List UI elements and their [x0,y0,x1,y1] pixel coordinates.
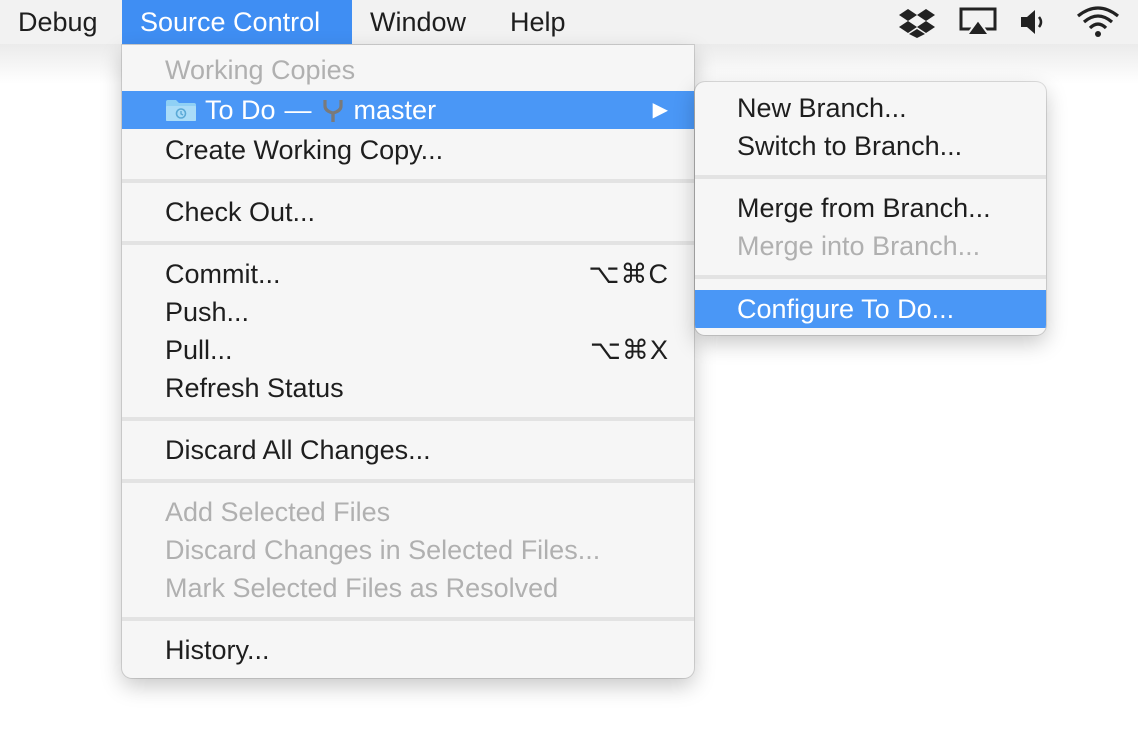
create-working-copy-item[interactable]: Create Working Copy... [122,131,694,169]
dropbox-icon[interactable] [898,6,936,38]
submenu-separator [695,175,1046,179]
branch-icon [322,100,343,122]
menu-help[interactable]: Help [492,0,584,44]
merge-into-branch-item: Merge into Branch... [737,231,981,261]
menu-separator [122,417,694,421]
working-copy-todo-item[interactable]: To Do — master ▶ [122,91,694,129]
folder-icon [166,100,196,121]
submenu-arrow-icon: ▶ [652,99,668,121]
submenu-separator [695,275,1046,279]
separator-dash: — [284,95,312,125]
menu-separator [122,179,694,183]
menu-debug[interactable]: Debug [0,0,116,44]
configure-todo-item[interactable]: Configure To Do... [695,290,1046,328]
check-out-item[interactable]: Check Out... [122,193,694,231]
mark-resolved-item: Mark Selected Files as Resolved [165,573,559,603]
source-control-menu: Working Copies To Do — master ▶ Create W… [122,45,694,678]
history-item[interactable]: History... [122,631,694,669]
menu-window[interactable]: Window [352,0,484,44]
discard-all-changes-item[interactable]: Discard All Changes... [122,431,694,469]
branch-submenu: New Branch... Switch to Branch... Merge … [695,82,1046,335]
commit-shortcut: ⌥⌘C [588,259,669,289]
new-branch-item[interactable]: New Branch... [695,89,1046,127]
project-name: To Do [205,95,276,125]
pull-item[interactable]: Pull... ⌥⌘X [122,331,694,369]
merge-from-branch-item[interactable]: Merge from Branch... [695,189,1046,227]
menu-source-control[interactable]: Source Control [122,0,352,44]
refresh-status-item[interactable]: Refresh Status [122,369,694,407]
volume-icon[interactable] [1018,6,1048,38]
add-selected-files-item: Add Selected Files [165,497,391,527]
discard-selected-changes-item: Discard Changes in Selected Files... [165,535,601,565]
airplay-icon[interactable] [958,6,998,38]
branch-name: master [353,95,437,125]
menu-separator [122,241,694,245]
menu-separator [122,617,694,621]
push-item[interactable]: Push... [122,293,694,331]
menu-bar: Debug Source Control Window Help [0,0,1138,45]
switch-branch-item[interactable]: Switch to Branch... [695,127,1046,165]
commit-item[interactable]: Commit... ⌥⌘C [122,255,694,293]
pull-shortcut: ⌥⌘X [589,335,669,365]
wifi-icon[interactable] [1076,6,1120,38]
working-copies-header: Working Copies [165,55,356,85]
menu-separator [122,479,694,483]
